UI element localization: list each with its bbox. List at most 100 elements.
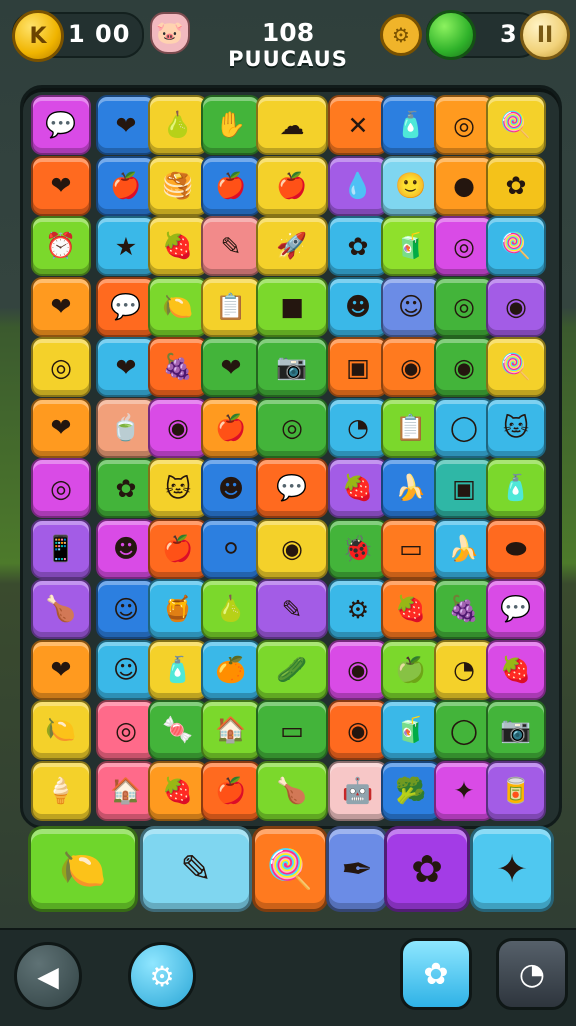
flower-button[interactable]: ✿ [400,938,472,1010]
board-tile[interactable]: ▣ [328,337,388,397]
board-tile[interactable]: 🍓 [148,216,208,276]
board-tile[interactable]: 🍋 [148,276,208,337]
board-tile[interactable]: ✿ [96,458,156,518]
board-tile[interactable]: 🍗 [256,760,328,821]
board-tile[interactable]: ◎ [256,397,328,458]
board-tile[interactable]: ☺ [96,579,156,639]
board-tile[interactable]: ✎ [201,216,261,276]
board-tile[interactable]: ❤ [31,639,91,700]
board-tile[interactable]: 🍭 [486,95,546,155]
board-tile[interactable]: ✋ [201,95,261,155]
board-tile[interactable]: 🍵 [96,397,156,458]
board-tile[interactable]: 🍎 [201,397,261,458]
board-tile[interactable]: ☺ [381,276,441,337]
board-tile[interactable]: 🏠 [201,700,261,760]
board-tile[interactable]: 📷 [256,337,328,397]
board-tile[interactable]: 📱 [31,518,91,579]
board-tile[interactable]: 🍌 [434,518,494,579]
board-tile[interactable]: 🤖 [328,760,388,821]
board-tile[interactable]: ❤ [201,337,261,397]
board-tile[interactable]: ✦ [434,760,494,821]
board-tile[interactable]: 🥞 [148,155,208,216]
board-tile[interactable]: 🍗 [31,579,91,639]
tray-slot[interactable]: ✦ [470,826,554,912]
board-tile[interactable]: 🍬 [148,700,208,760]
board-tile[interactable]: ❤ [96,337,156,397]
board-tile[interactable]: ◎ [434,276,494,337]
board-tile[interactable]: 🍐 [148,95,208,155]
board-tile[interactable]: ◉ [328,639,388,700]
board-tile[interactable]: 🙂 [381,155,441,216]
board-tile[interactable]: ◎ [31,337,91,397]
board-tile[interactable]: ☻ [201,458,261,518]
board-tile[interactable]: ◯ [434,397,494,458]
board-tile[interactable]: ❤ [31,276,91,337]
board-tile[interactable]: ☺ [96,639,156,700]
board-tile[interactable]: 💬 [486,579,546,639]
tray-slot[interactable]: ✿ [384,826,470,912]
settings-button[interactable]: ⚙ [128,942,196,1010]
board-tile[interactable]: 🍓 [486,639,546,700]
board-tile[interactable]: ⬬ [486,518,546,579]
tray-slot[interactable]: 🍋 [28,826,138,912]
board-tile[interactable]: 🍎 [148,518,208,579]
board-tile[interactable]: 🍓 [148,760,208,821]
board-tile[interactable]: 💬 [256,458,328,518]
board-tile[interactable]: 🍋 [31,700,91,760]
board-tile[interactable]: 🧴 [486,458,546,518]
board-tile[interactable]: 🍎 [96,155,156,216]
board-tile[interactable]: 🥦 [381,760,441,821]
board-tile[interactable]: ☁ [256,95,328,155]
board-tile[interactable]: ▭ [381,518,441,579]
board-tile[interactable]: ❤ [96,95,156,155]
board-tile[interactable]: 🍏 [381,639,441,700]
board-tile[interactable]: 📷 [486,700,546,760]
board-tile[interactable]: ☻ [328,276,388,337]
board-tile[interactable]: ✿ [486,155,546,216]
board-tile[interactable]: 🧴 [381,95,441,155]
board-tile[interactable]: ◎ [96,700,156,760]
board-tile[interactable]: 🍇 [434,579,494,639]
tray-slot[interactable]: ✎ [140,826,252,912]
board-tile[interactable]: 🍎 [201,155,261,216]
board-tile[interactable]: 📋 [201,276,261,337]
board-tile[interactable]: ⏰ [31,216,91,276]
board-tile[interactable]: ⚪ [201,518,261,579]
board-tile[interactable]: ◎ [434,95,494,155]
tray-slot[interactable]: 🍭 [252,826,328,912]
board-tile[interactable]: ✿ [328,216,388,276]
board-tile[interactable]: 🧴 [148,639,208,700]
board-tile[interactable]: 🐱 [148,458,208,518]
board-tile[interactable]: ★ [96,216,156,276]
board-tile[interactable]: ◉ [381,337,441,397]
board-tile[interactable]: 🐱 [486,397,546,458]
board-tile[interactable]: 🧃 [381,216,441,276]
board-tile[interactable]: ◉ [328,700,388,760]
board-tile[interactable]: 🍓 [381,579,441,639]
board-tile[interactable]: 🐞 [328,518,388,579]
board-tile[interactable]: ◉ [434,337,494,397]
board-tile[interactable]: ◉ [256,518,328,579]
board-tile[interactable]: ◎ [31,458,91,518]
board-tile[interactable]: 📋 [381,397,441,458]
board-tile[interactable]: 💧 [328,155,388,216]
board-tile[interactable]: ◎ [434,216,494,276]
gear-icon[interactable]: ⚙ [380,14,422,56]
board-tile[interactable]: 🧃 [381,700,441,760]
board-tile[interactable]: 🍦 [31,760,91,821]
board-tile[interactable]: ☻ [96,518,156,579]
board-tile[interactable]: 🍎 [201,760,261,821]
board-tile[interactable]: 🍇 [148,337,208,397]
board-tile[interactable]: ◔ [434,639,494,700]
tray-slot[interactable]: ✒ [326,826,388,912]
board-tile[interactable]: ❤ [31,397,91,458]
board-tile[interactable]: ❤ [31,155,91,216]
board-tile[interactable]: ✎ [256,579,328,639]
board-tile[interactable]: 🍯 [148,579,208,639]
board-tile[interactable]: ⚙ [328,579,388,639]
board-tile[interactable]: 🚀 [256,216,328,276]
board-tile[interactable]: ◉ [148,397,208,458]
board-tile[interactable]: ◔ [328,397,388,458]
camera-button[interactable]: ◔ [496,938,568,1010]
board-tile[interactable]: 🍭 [486,216,546,276]
